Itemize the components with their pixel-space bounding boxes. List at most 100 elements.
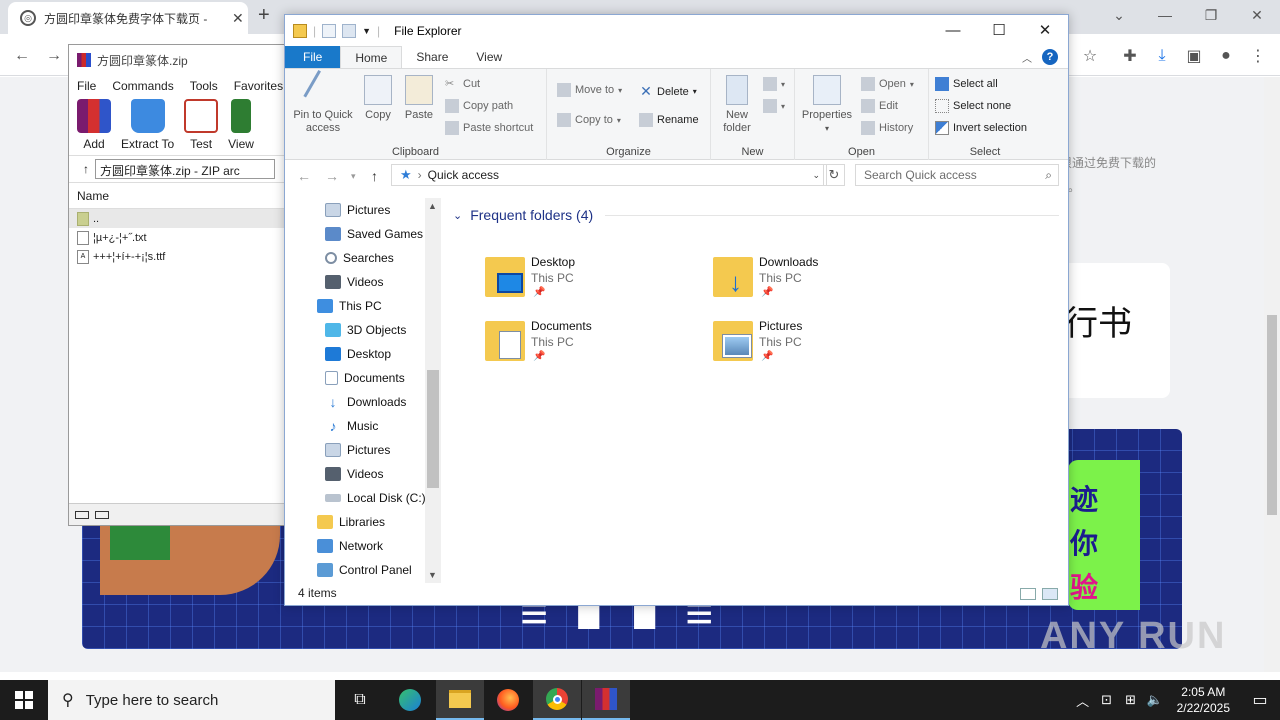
- column-header-name[interactable]: Name: [69, 183, 289, 209]
- back-icon[interactable]: ←: [297, 168, 311, 184]
- new-tab-icon[interactable]: +: [258, 4, 270, 27]
- nav-item-3d-objects[interactable]: 3D Objects: [325, 318, 406, 342]
- details-view-icon[interactable]: [1020, 588, 1036, 600]
- help-icon[interactable]: ?: [1042, 49, 1058, 65]
- taskbar-firefox[interactable]: [484, 680, 532, 720]
- test-button[interactable]: Test: [184, 99, 219, 151]
- forward-icon[interactable]: →: [42, 44, 66, 68]
- recent-locations-icon[interactable]: ▾: [351, 171, 356, 182]
- folder-tile-downloads[interactable]: ↓ Downloads This PC 📌: [713, 255, 933, 311]
- side-panel-icon[interactable]: ▣: [1182, 44, 1206, 68]
- cut-button[interactable]: ✂ Cut: [445, 77, 480, 91]
- volume-icon[interactable]: 🔈: [1143, 692, 1167, 708]
- taskbar-edge[interactable]: [386, 680, 434, 720]
- back-icon[interactable]: ←: [10, 44, 34, 68]
- nav-item-documents[interactable]: Documents: [325, 366, 405, 390]
- new-folder-quick-icon[interactable]: [342, 23, 357, 38]
- nav-item-music[interactable]: ♪ Music: [325, 414, 379, 438]
- forward-icon[interactable]: →: [325, 168, 339, 184]
- menu-commands[interactable]: Commands: [112, 79, 173, 93]
- scroll-up-icon[interactable]: ▲: [428, 201, 437, 211]
- add-button[interactable]: Add: [77, 99, 111, 151]
- select-all-button[interactable]: Select all: [935, 77, 998, 91]
- up-icon[interactable]: ↑: [371, 168, 378, 184]
- easy-access-button[interactable]: ▾: [763, 99, 785, 113]
- delete-button[interactable]: ✕ Delete ▾: [639, 83, 697, 100]
- paste-shortcut-button[interactable]: Paste shortcut: [445, 121, 533, 135]
- file-row[interactable]: ¦µ+¿-¦+˝.txt: [69, 228, 289, 247]
- nav-item-desktop[interactable]: Desktop: [325, 342, 391, 366]
- profile-icon[interactable]: ●: [1214, 44, 1238, 68]
- copy-to-button[interactable]: Copy to ▾: [557, 113, 621, 127]
- taskbar-search-input[interactable]: ⚲ Type here to search: [48, 680, 335, 720]
- large-icons-view-icon[interactable]: [1042, 588, 1058, 600]
- copy-button[interactable]: Copy: [363, 75, 393, 122]
- maximize-icon[interactable]: ☐: [976, 15, 1022, 45]
- nav-item-saved-games[interactable]: Saved Games: [325, 222, 423, 246]
- file-row[interactable]: A +++¦+í+-+¡¦s.ttf: [69, 247, 289, 266]
- taskbar-file-explorer[interactable]: [436, 680, 484, 720]
- pin-to-quick-access-button[interactable]: Pin to Quick access: [291, 70, 355, 135]
- tab-close-icon[interactable]: ✕: [232, 10, 244, 27]
- properties-quick-icon[interactable]: [322, 23, 337, 38]
- menu-favorites[interactable]: Favorites: [234, 79, 283, 93]
- customize-quick-access-icon[interactable]: ▼: [362, 26, 371, 36]
- nav-item-videos-pc[interactable]: Videos: [325, 462, 383, 486]
- collapse-ribbon-icon[interactable]: ︿: [1022, 50, 1032, 65]
- tab-share[interactable]: Share: [402, 46, 462, 68]
- folder-tile-desktop[interactable]: Desktop This PC 📌: [485, 255, 705, 311]
- refresh-icon[interactable]: ↻: [823, 164, 845, 186]
- navigation-scrollbar[interactable]: ▲ ▼: [425, 198, 441, 583]
- nav-item-videos[interactable]: Videos: [325, 270, 383, 294]
- select-none-button[interactable]: Select none: [935, 99, 1011, 113]
- nav-item-libraries[interactable]: Libraries: [317, 510, 385, 534]
- view-button[interactable]: View: [228, 99, 254, 151]
- tab-view[interactable]: View: [462, 46, 516, 68]
- nav-item-local-disk[interactable]: Local Disk (C:): [325, 486, 426, 510]
- minimize-icon[interactable]: —: [930, 15, 976, 45]
- extensions-icon[interactable]: ✚: [1118, 44, 1142, 68]
- network-icon[interactable]: ⊞: [1119, 692, 1143, 708]
- history-button[interactable]: History: [861, 121, 913, 135]
- chrome-tab[interactable]: ◎ 方圆印章篆体免费字体下载页 - ✕: [8, 2, 248, 34]
- search-input[interactable]: Search Quick access ⌕: [855, 164, 1059, 186]
- tab-home[interactable]: Home: [340, 46, 403, 68]
- file-row[interactable]: ..: [69, 209, 289, 228]
- taskbar-chrome[interactable]: [533, 680, 581, 720]
- address-dropdown-icon[interactable]: ⌄: [812, 170, 820, 181]
- edit-button[interactable]: Edit: [861, 99, 898, 113]
- nav-item-searches[interactable]: Searches: [325, 246, 394, 270]
- menu-file[interactable]: File: [77, 79, 96, 93]
- nav-item-pictures[interactable]: Pictures: [325, 198, 390, 222]
- task-view-button[interactable]: ⧉: [336, 680, 384, 720]
- taskbar-winrar[interactable]: [582, 680, 630, 720]
- nav-item-control-panel[interactable]: Control Panel: [317, 558, 412, 582]
- device-icon[interactable]: ⊡: [1095, 692, 1119, 708]
- menu-icon[interactable]: ⋮: [1246, 44, 1270, 68]
- close-icon[interactable]: ✕: [1234, 0, 1280, 30]
- nav-item-network[interactable]: Network: [317, 534, 383, 558]
- up-arrow-icon[interactable]: ↑: [83, 162, 89, 176]
- close-icon[interactable]: ✕: [1022, 15, 1068, 45]
- move-to-button[interactable]: Move to ▾: [557, 83, 622, 97]
- new-item-button[interactable]: ▾: [763, 77, 785, 91]
- scroll-down-icon[interactable]: ▼: [428, 570, 437, 580]
- show-hidden-icons-icon[interactable]: ︿: [1071, 691, 1095, 710]
- archive-path[interactable]: 方圆印章篆体.zip - ZIP arc: [95, 159, 275, 179]
- extract-to-button[interactable]: Extract To: [121, 99, 174, 151]
- scroll-thumb[interactable]: [427, 370, 439, 488]
- notifications-icon[interactable]: ▭: [1240, 690, 1280, 710]
- tab-search-icon[interactable]: ⌄: [1096, 0, 1142, 30]
- folder-tile-documents[interactable]: Documents This PC 📌: [485, 319, 705, 375]
- clock[interactable]: 2:05 AM 2/22/2025: [1167, 684, 1240, 716]
- properties-button[interactable]: Properties ▾: [799, 75, 855, 135]
- open-button[interactable]: Open ▾: [861, 77, 914, 91]
- folder-tile-pictures[interactable]: Pictures This PC 📌: [713, 319, 933, 375]
- rename-button[interactable]: Rename: [639, 113, 699, 127]
- frequent-folders-header[interactable]: ⌄ Frequent folders (4): [453, 207, 593, 223]
- invert-selection-button[interactable]: Invert selection: [935, 121, 1027, 135]
- new-folder-button[interactable]: New folder: [717, 75, 757, 135]
- start-button[interactable]: [0, 680, 48, 720]
- nav-item-this-pc[interactable]: This PC: [317, 294, 382, 318]
- address-bar[interactable]: ★ › Quick access ⌄: [391, 164, 827, 186]
